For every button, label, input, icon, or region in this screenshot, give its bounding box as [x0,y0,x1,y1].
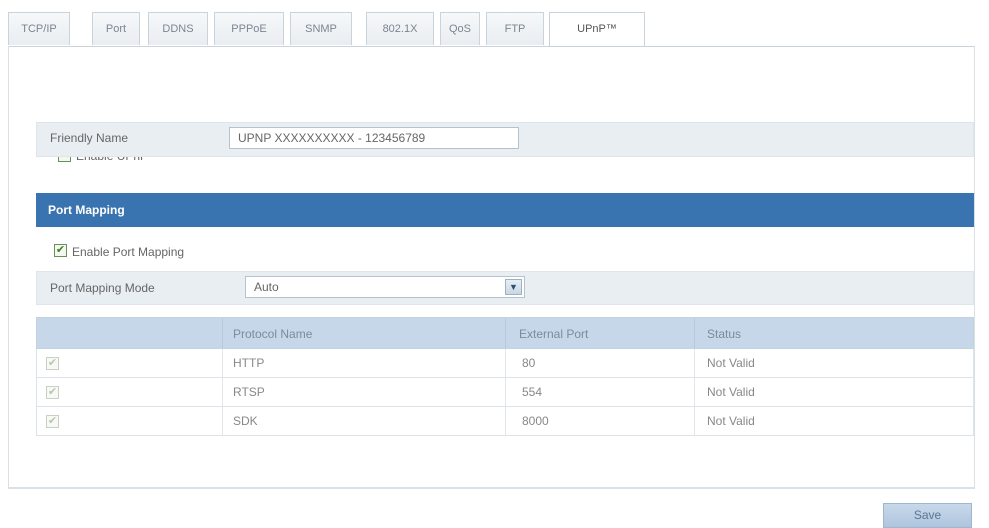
row-checkbox: ✔ [46,357,59,370]
port-mapping-mode-value: Auto [254,280,279,294]
enable-port-mapping-label: Enable Port Mapping [72,245,185,259]
friendly-name-label: Friendly Name [50,131,129,145]
table-row: ✔ RTSP 554 Not Valid [36,378,974,407]
row-checkbox: ✔ [46,386,59,399]
tab-snmp[interactable]: SNMP [290,12,352,45]
column-divider [505,349,506,377]
column-divider [505,407,506,435]
table-row: ✔ HTTP 80 Not Valid [36,349,974,378]
chevron-down-icon[interactable]: ▼ [505,279,522,295]
column-divider [505,378,506,406]
protocol-name-cell: HTTP [233,356,265,370]
status-cell: Not Valid [707,356,755,370]
checkmark-icon: ✔ [47,386,58,398]
column-divider [694,349,695,377]
external-port-cell: 554 [522,385,543,399]
port-mapping-mode-label: Port Mapping Mode [50,281,155,295]
network-tab-bar: TCP/IP Port DDNS PPPoE SNMP 802.1X QoS F… [8,12,975,47]
checkmark-icon: ✔ [47,415,58,427]
port-mapping-header: Port Mapping [36,193,974,227]
tab-port[interactable]: Port [92,12,140,45]
column-divider [694,378,695,406]
external-port-cell: 80 [522,356,536,370]
column-divider [222,407,223,435]
protocol-name-cell: RTSP [233,385,265,399]
table-row: ✔ SDK 8000 Not Valid [36,407,974,436]
column-divider [222,318,223,348]
header-external-port: External Port [519,327,589,341]
save-button[interactable]: Save [883,503,972,528]
tab-tcpip[interactable]: TCP/IP [8,12,70,45]
tab-pppoe[interactable]: PPPoE [214,12,284,45]
checkmark-icon: ✔ [55,244,66,256]
tab-qos[interactable]: QoS [440,12,480,45]
column-divider [222,378,223,406]
column-divider [505,318,506,348]
status-cell: Not Valid [707,414,755,428]
header-protocol-name: Protocol Name [233,327,313,341]
column-divider [694,318,695,348]
status-cell: Not Valid [707,385,755,399]
tab-8021x[interactable]: 802.1X [366,12,434,45]
friendly-name-input[interactable] [229,127,519,149]
tab-ddns[interactable]: DDNS [148,12,208,45]
tab-ftp[interactable]: FTP [486,12,544,45]
external-port-cell: 8000 [522,414,549,428]
checkmark-icon: ✔ [47,357,58,369]
port-mapping-mode-select[interactable]: Auto ▼ [245,276,525,298]
column-divider [694,407,695,435]
protocol-name-cell: SDK [233,414,258,428]
upnp-settings-page: TCP/IP Port DDNS PPPoE SNMP 802.1X QoS F… [0,0,989,528]
header-status: Status [707,327,742,341]
tab-upnp[interactable]: UPnP™ [549,12,645,46]
footer-divider [8,488,975,489]
enable-port-mapping-checkbox[interactable]: ✔ [54,244,67,257]
row-checkbox: ✔ [46,415,59,428]
port-mapping-table-header: Protocol Name External Port Status [36,317,974,349]
column-divider [222,349,223,377]
